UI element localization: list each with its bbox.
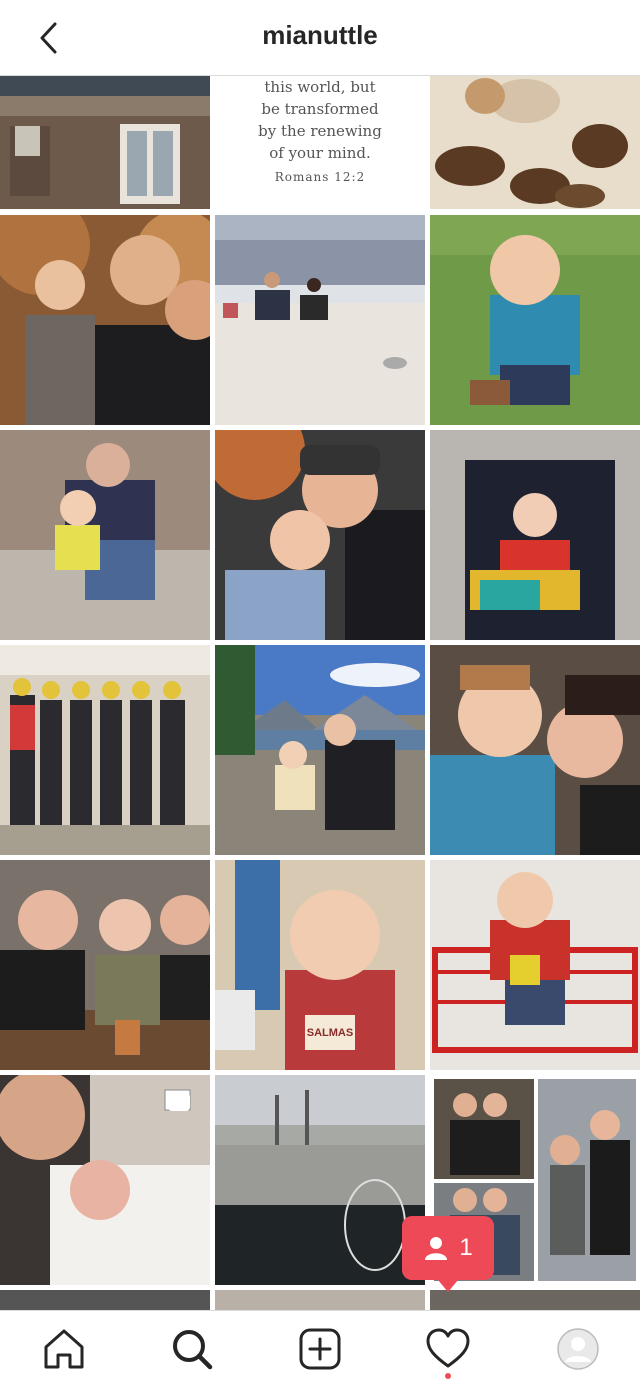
grid-photo-lake-mountains[interactable]: [215, 645, 425, 855]
grid-photo-house[interactable]: [0, 76, 210, 209]
header: mianuttle: [0, 0, 640, 76]
quote-reference: Romans 12:2: [274, 170, 366, 184]
grid-photo-mom-son-smile[interactable]: [430, 645, 640, 855]
grid-photo-partial[interactable]: [215, 1290, 425, 1310]
grid-photo-toddler-icecream[interactable]: SALMAS: [215, 860, 425, 1070]
grid-photo-boy-grass[interactable]: [430, 215, 640, 425]
grid-photo-baby-chair[interactable]: [430, 430, 640, 640]
activity-dot: [445, 1373, 451, 1379]
home-icon: [44, 1329, 84, 1369]
cup-label: SALMAS: [307, 1027, 353, 1039]
grid-photo-newborn[interactable]: [0, 1075, 210, 1285]
grid-photo-partial[interactable]: [430, 1290, 640, 1310]
grid-photo-partial[interactable]: [0, 1290, 210, 1310]
video-icon: [168, 1093, 190, 1111]
tab-profile[interactable]: [554, 1325, 602, 1373]
photo-grid: this world, but be transformed by the re…: [0, 76, 640, 1310]
profile-username: mianuttle: [262, 20, 378, 50]
grid-photo-three-friends[interactable]: [0, 860, 210, 1070]
grid-photo-zipline-group[interactable]: [0, 645, 210, 855]
tab-activity[interactable]: [424, 1325, 472, 1373]
person-icon: [425, 1237, 448, 1260]
grid-photo-beach[interactable]: [215, 215, 425, 425]
grid-photo-shopping-cart[interactable]: [430, 860, 640, 1070]
bottom-tab-bar: [0, 1310, 640, 1387]
heart-icon: [426, 1328, 470, 1368]
tab-home[interactable]: [40, 1325, 88, 1373]
tab-new-post[interactable]: [296, 1325, 344, 1373]
quote-line: be transformed: [261, 100, 379, 118]
search-icon: [173, 1330, 213, 1370]
new-post-icon: [299, 1328, 341, 1370]
quote-line: this world, but: [264, 78, 376, 96]
notification-count: 1: [459, 1234, 473, 1261]
quote-line: of your mind.: [269, 144, 371, 162]
grid-photo-dog-blanket[interactable]: [430, 76, 640, 209]
grid-photo-quote[interactable]: this world, but be transformed by the re…: [215, 76, 425, 209]
grid-photo-dad-son-cap[interactable]: [215, 430, 425, 640]
tab-search[interactable]: [168, 1325, 216, 1373]
quote-line: by the renewing: [258, 122, 382, 140]
grid-photo-family-autumn[interactable]: [0, 215, 210, 425]
grid-photo-mom-baby-steps[interactable]: [0, 430, 210, 640]
follower-notification-bubble[interactable]: 1: [402, 1216, 494, 1292]
grid-photo-city-window[interactable]: [215, 1075, 425, 1285]
profile-avatar: [557, 1328, 599, 1370]
